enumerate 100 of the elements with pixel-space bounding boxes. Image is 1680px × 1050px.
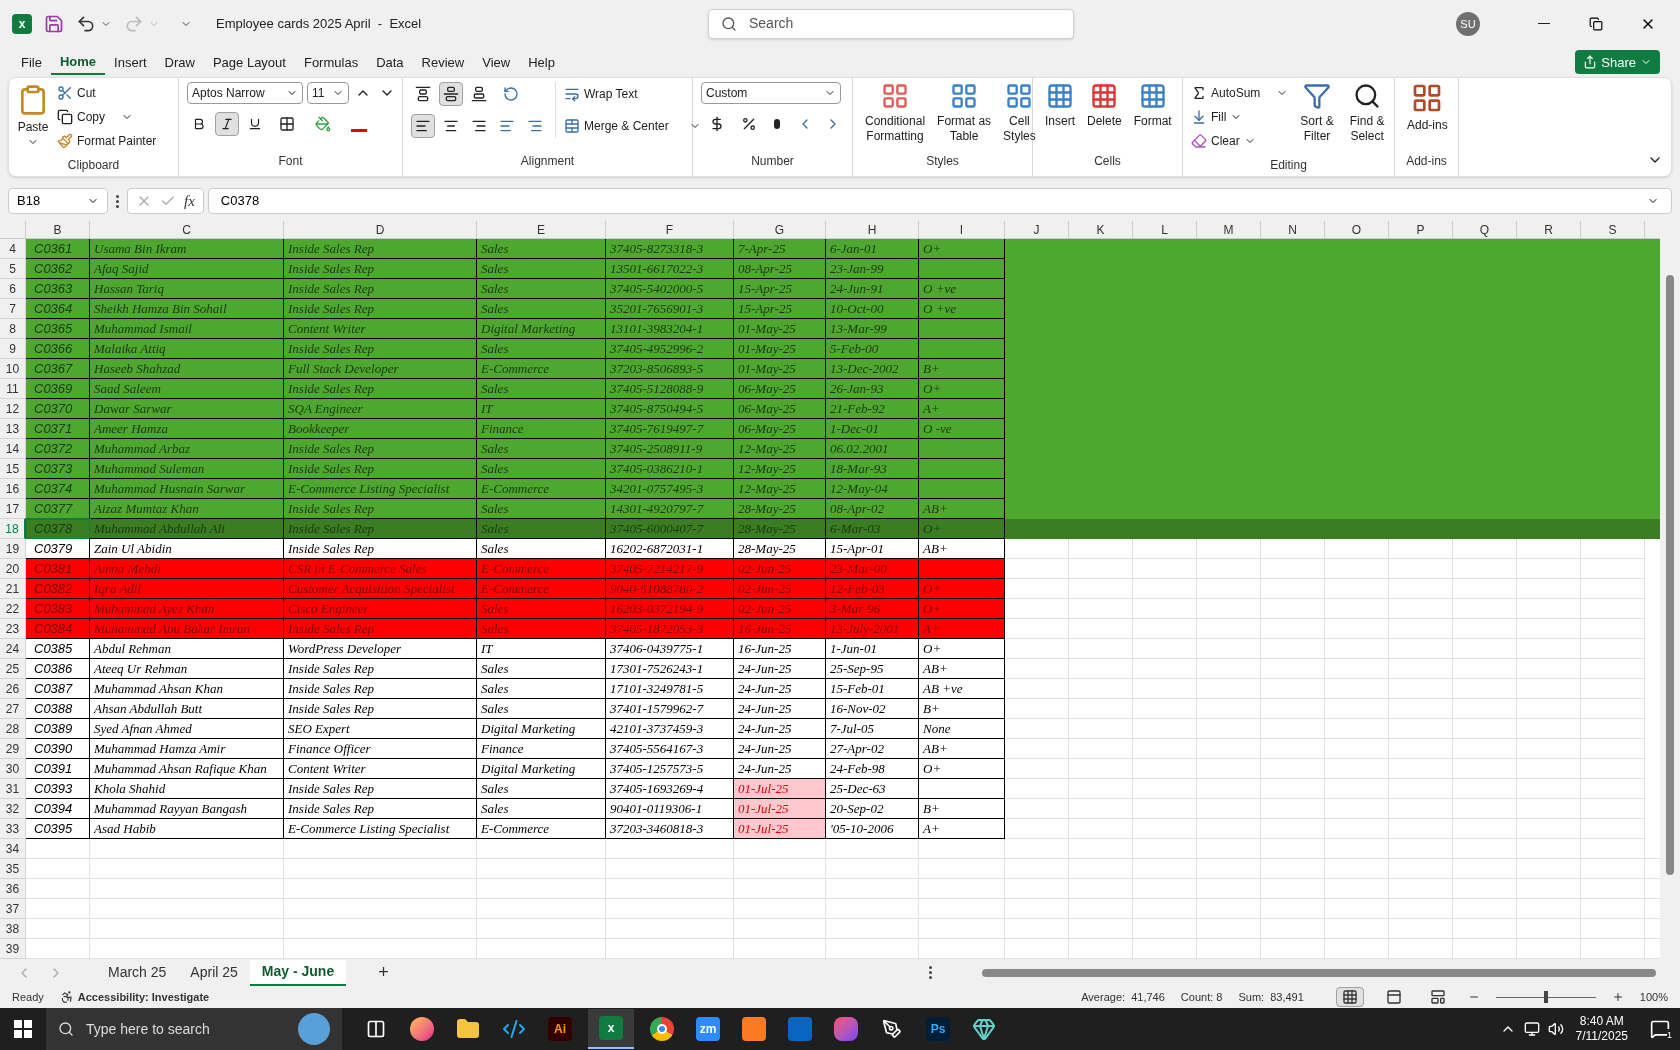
italic-button[interactable] xyxy=(215,112,239,137)
row-header[interactable]: 7 xyxy=(0,298,26,319)
ribbon-tab[interactable]: Formulas xyxy=(294,49,368,76)
align-middle-button[interactable] xyxy=(439,82,463,107)
formula-field[interactable]: C0378 xyxy=(207,188,1672,215)
row-header[interactable]: 9 xyxy=(0,338,26,359)
add-sheet-button[interactable]: + xyxy=(378,959,389,987)
share-button[interactable]: Share xyxy=(1575,50,1660,75)
row-header[interactable]: 4 xyxy=(0,238,26,259)
styles-button[interactable]: Format as Table xyxy=(933,82,996,145)
column-header[interactable]: R xyxy=(1517,220,1581,238)
cut-button[interactable]: Cut xyxy=(57,82,157,105)
ribbon-tab[interactable]: Insert xyxy=(105,49,156,76)
find-select-button[interactable]: Find & Select xyxy=(1345,82,1389,153)
save-button[interactable] xyxy=(44,13,64,34)
normal-view-button[interactable] xyxy=(1335,987,1364,1008)
row-header[interactable]: 8 xyxy=(0,318,26,339)
row-header[interactable]: 12 xyxy=(0,398,26,419)
row-header[interactable]: 35 xyxy=(0,858,26,879)
row-header[interactable]: 6 xyxy=(0,278,26,299)
row-header[interactable]: 16 xyxy=(0,478,26,499)
row-header[interactable]: 10 xyxy=(0,358,26,379)
font-size-dropdown[interactable]: 11 xyxy=(307,82,349,105)
row-header[interactable]: 28 xyxy=(0,718,26,739)
column-header[interactable]: E xyxy=(477,220,606,238)
sheet-tab[interactable]: April 25 xyxy=(178,959,250,986)
add-ins-button[interactable]: Add-ins xyxy=(1403,82,1452,134)
row-header[interactable]: 11 xyxy=(0,378,26,399)
column-header[interactable]: Q xyxy=(1453,220,1517,238)
row-header[interactable]: 38 xyxy=(0,918,26,939)
ribbon-tab[interactable]: View xyxy=(473,49,520,76)
name-box[interactable]: B18 xyxy=(8,188,108,215)
styles-button[interactable]: Conditional Formatting xyxy=(861,82,930,145)
row-header[interactable]: 23 xyxy=(0,618,26,639)
wrap-text-button[interactable]: Wrap Text xyxy=(564,82,701,107)
taskbar-app-button[interactable]: Ps xyxy=(920,1009,956,1050)
undo-button[interactable] xyxy=(76,13,96,34)
number-format-dropdown[interactable]: Custom xyxy=(701,82,841,105)
zoom-percent[interactable]: 100% xyxy=(1639,989,1668,1006)
ribbon-tab[interactable]: File xyxy=(12,49,51,76)
fill-button[interactable]: Fill xyxy=(1191,106,1289,129)
column-header[interactable]: K xyxy=(1069,220,1133,238)
paste-button[interactable]: Paste xyxy=(17,82,49,153)
row-header[interactable]: 31 xyxy=(0,778,26,799)
row-header[interactable]: 29 xyxy=(0,738,26,759)
merge-center-button[interactable]: Merge & Center xyxy=(564,114,701,139)
zoom-slider[interactable] xyxy=(1495,991,1596,1004)
row-header[interactable]: 33 xyxy=(0,818,26,839)
more-icon[interactable] xyxy=(116,194,119,208)
cells-button[interactable]: Insert xyxy=(1041,82,1079,130)
row-header[interactable]: 37 xyxy=(0,898,26,919)
sheet-tab[interactable]: March 25 xyxy=(96,959,179,986)
row-header[interactable]: 15 xyxy=(0,458,26,479)
row-header[interactable]: 21 xyxy=(0,578,26,599)
clock-date[interactable]: 7/11/2025 xyxy=(1575,1029,1628,1045)
clear-button[interactable]: Clear xyxy=(1191,130,1289,153)
row-header[interactable]: 19 xyxy=(0,538,26,559)
search-field[interactable]: Search xyxy=(708,8,1074,39)
row-header[interactable]: 20 xyxy=(0,558,26,579)
row-header[interactable]: 30 xyxy=(0,758,26,779)
ribbon-tab[interactable]: Review xyxy=(412,49,474,76)
format-painter-button[interactable]: Format Painter xyxy=(57,130,157,153)
row-header[interactable]: 27 xyxy=(0,698,26,719)
notification-button[interactable]: 1 xyxy=(1640,1008,1680,1050)
sheet-tab[interactable]: May - June xyxy=(249,959,347,986)
row-header[interactable]: 36 xyxy=(0,878,26,899)
more-icon[interactable] xyxy=(928,966,932,980)
accessibility-button[interactable]: Accessibility: Investigate xyxy=(59,989,210,1006)
clock-time[interactable]: 8:40 AM xyxy=(1579,1014,1624,1030)
styles-button[interactable]: Cell Styles xyxy=(999,82,1040,145)
column-header[interactable]: F xyxy=(606,220,734,238)
ribbon-tab[interactable]: Help xyxy=(519,49,564,76)
autosum-button[interactable]: AutoSum xyxy=(1191,82,1289,105)
taskbar-app-button[interactable]: Ai xyxy=(542,1009,578,1050)
row-header[interactable]: 24 xyxy=(0,638,26,659)
row-header[interactable]: 34 xyxy=(0,838,26,859)
column-header[interactable]: M xyxy=(1197,220,1261,238)
row-header[interactable]: 17 xyxy=(0,498,26,519)
row-header[interactable]: 39 xyxy=(0,938,26,959)
ribbon-tab[interactable]: Page Layout xyxy=(203,49,295,76)
row-header[interactable]: 25 xyxy=(0,658,26,679)
insert-function-button[interactable]: fx xyxy=(184,189,195,213)
slider-thumb[interactable] xyxy=(1543,991,1548,1004)
ribbon-tab[interactable]: Data xyxy=(367,49,413,76)
redo-button[interactable] xyxy=(124,13,144,34)
row-header[interactable]: 26 xyxy=(0,678,26,699)
row-header[interactable]: 22 xyxy=(0,598,26,619)
column-header[interactable]: P xyxy=(1389,220,1453,238)
column-header[interactable]: O xyxy=(1325,220,1389,238)
column-header[interactable]: S xyxy=(1581,220,1645,238)
ribbon-tab[interactable]: Home xyxy=(50,49,106,76)
row-header[interactable]: 13 xyxy=(0,418,26,439)
cells-button[interactable]: Format xyxy=(1129,82,1176,130)
row-header[interactable]: 18 xyxy=(0,518,26,539)
align-left-button[interactable] xyxy=(411,114,435,139)
row-header[interactable]: 5 xyxy=(0,258,26,279)
column-header[interactable]: I xyxy=(919,220,1005,238)
column-header[interactable]: H xyxy=(826,220,919,238)
column-header[interactable]: B xyxy=(26,220,90,238)
row-header[interactable]: 32 xyxy=(0,798,26,819)
